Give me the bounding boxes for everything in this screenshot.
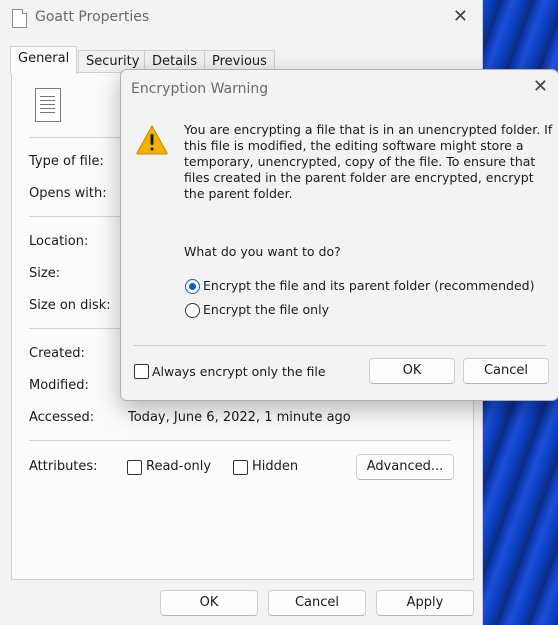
dialog-cancel-button[interactable]: Cancel xyxy=(463,358,549,384)
apply-button[interactable]: Apply xyxy=(376,590,474,616)
window-title: Goatt Properties xyxy=(35,9,150,25)
label-type-of-file: Type of file: xyxy=(29,154,104,169)
tab-general[interactable]: General xyxy=(10,46,78,74)
dialog-ok-button[interactable]: OK xyxy=(369,358,455,384)
dialog-title: Encryption Warning xyxy=(131,81,269,97)
document-icon xyxy=(12,9,27,28)
properties-titlebar: Goatt Properties ✕ xyxy=(0,0,482,36)
hidden-checkbox[interactable] xyxy=(233,460,248,475)
radio-encrypt-parent[interactable] xyxy=(185,279,200,294)
cancel-button[interactable]: Cancel xyxy=(268,590,366,616)
label-attributes: Attributes: xyxy=(29,459,98,474)
divider xyxy=(29,328,124,329)
advanced-button[interactable]: Advanced... xyxy=(356,454,454,480)
divider xyxy=(29,440,451,441)
dialog-message: You are encrypting a file that is in an … xyxy=(184,122,553,201)
label-accessed: Accessed: xyxy=(29,410,95,425)
label-created: Created: xyxy=(29,346,85,361)
radio-encrypt-parent-label: Encrypt the file and its parent folder (… xyxy=(203,278,535,293)
label-opens-with: Opens with: xyxy=(29,186,107,201)
label-modified: Modified: xyxy=(29,378,89,393)
radio-encrypt-file-only-label: Encrypt the file only xyxy=(203,302,329,317)
divider xyxy=(29,216,124,217)
label-size: Size: xyxy=(29,266,61,281)
encryption-warning-dialog: Encryption Warning ✕ You are encrypting … xyxy=(120,69,558,401)
divider xyxy=(29,137,124,138)
always-encrypt-checkbox[interactable] xyxy=(134,364,149,379)
dialog-question: What do you want to do? xyxy=(184,244,341,259)
file-type-icon xyxy=(35,88,61,122)
ok-button[interactable]: OK xyxy=(160,590,258,616)
divider xyxy=(133,345,546,346)
readonly-checkbox[interactable] xyxy=(127,460,142,475)
accessed-value: Today, June 6, 2022, 1 minute ago xyxy=(128,410,351,425)
label-location: Location: xyxy=(29,234,89,249)
close-icon[interactable]: ✕ xyxy=(533,76,548,97)
close-icon[interactable]: ✕ xyxy=(453,6,468,27)
radio-encrypt-file-only[interactable] xyxy=(185,303,200,318)
always-encrypt-label: Always encrypt only the file xyxy=(152,364,326,379)
label-size-on-disk: Size on disk: xyxy=(29,298,111,313)
warning-icon xyxy=(136,125,168,155)
hidden-label: Hidden xyxy=(252,459,299,474)
readonly-label: Read-only xyxy=(146,459,212,474)
